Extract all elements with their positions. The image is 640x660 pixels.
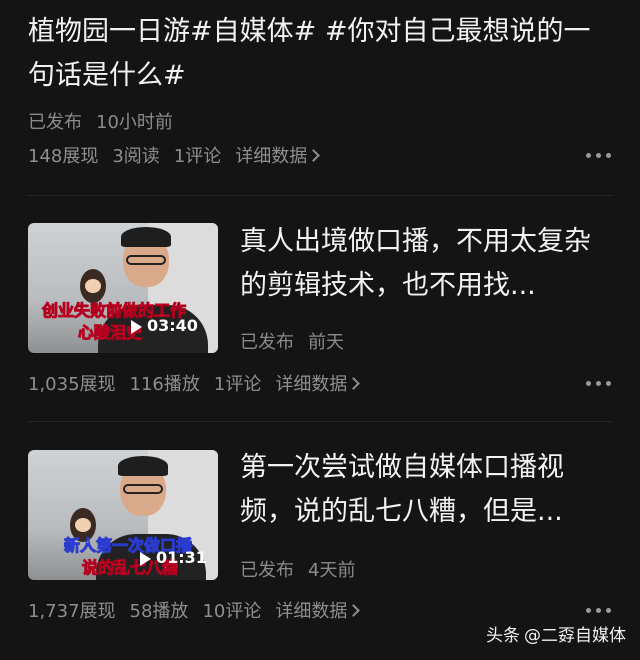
person-hair (121, 227, 171, 247)
publish-time: 4天前 (308, 560, 356, 581)
detail-data-label: 详细数据 (275, 374, 348, 395)
comments-count[interactable]: 10评论 (202, 601, 261, 622)
post-stats: 1,737展现 58播放 10评论 详细数据 (28, 597, 372, 623)
detail-data-label: 详细数据 (275, 601, 348, 622)
doll-face (85, 279, 101, 293)
views-count: 1,035展现 (28, 374, 116, 395)
publish-time: 前天 (308, 332, 344, 353)
more-dots-icon[interactable] (586, 153, 612, 159)
detail-data-label: 详细数据 (235, 146, 308, 167)
play-icon (140, 552, 151, 566)
video-thumbnail[interactable]: 创业失败前做的工作 心酸泪史 03:40 (28, 223, 218, 353)
watermark-account: @二孬自媒体 (524, 626, 626, 646)
video-duration: 03:40 (147, 316, 198, 335)
publish-status: 已发布 (240, 560, 294, 581)
video-duration: 01:31 (156, 548, 207, 567)
post-title[interactable]: 植物园一日游#自媒体# #你对自己最想说的一句话是什么# (28, 10, 608, 98)
play-icon (131, 320, 142, 334)
views-count: 1,737展现 (28, 601, 116, 622)
post-meta: 已发布 4天前 (240, 556, 369, 582)
publish-status: 已发布 (28, 112, 82, 133)
reads-count: 3阅读 (112, 146, 160, 167)
more-dots-icon[interactable] (586, 608, 612, 614)
glasses (123, 484, 163, 494)
watermark-brand: 头条 (486, 626, 520, 646)
post-item[interactable]: 植物园一日游#自媒体# #你对自己最想说的一句话是什么# 已发布 10小时前 14… (0, 0, 640, 195)
plays-count: 116播放 (129, 374, 200, 395)
publish-status: 已发布 (240, 332, 294, 353)
chevron-right-icon (347, 377, 361, 390)
chevron-right-icon (347, 604, 361, 617)
post-title[interactable]: 真人出境做口播，不用太复杂的剪辑技术，也不用找... (240, 220, 610, 308)
detail-data-link[interactable]: 详细数据 (275, 601, 361, 622)
person-hair (118, 456, 168, 476)
doll-face (75, 518, 91, 532)
post-item[interactable]: 创业失败前做的工作 心酸泪史 03:40 真人出境做口播，不用太复杂的剪辑技术，… (0, 196, 640, 421)
post-meta: 已发布 前天 (240, 328, 358, 354)
plays-count: 58播放 (129, 601, 189, 622)
chevron-right-icon (307, 149, 321, 162)
post-meta: 已发布 10小时前 (28, 108, 187, 134)
views-count: 148展现 (28, 146, 99, 167)
video-thumbnail[interactable]: 新人第一次做口播 说的乱七八糟 01:31 (28, 450, 218, 580)
glasses (126, 255, 166, 265)
post-title[interactable]: 第一次尝试做自媒体口播视频，说的乱七八糟，但是... (240, 446, 610, 534)
comments-count[interactable]: 1评论 (174, 146, 221, 167)
watermark: 头条 @二孬自媒体 (486, 621, 626, 646)
post-stats: 1,035展现 116播放 1评论 详细数据 (28, 370, 372, 396)
publish-time: 10小时前 (96, 112, 173, 133)
post-stats: 148展现 3阅读 1评论 详细数据 (28, 142, 332, 168)
detail-data-link[interactable]: 详细数据 (235, 146, 321, 167)
more-dots-icon[interactable] (586, 381, 612, 387)
detail-data-link[interactable]: 详细数据 (275, 374, 361, 395)
comments-count[interactable]: 1评论 (214, 374, 261, 395)
